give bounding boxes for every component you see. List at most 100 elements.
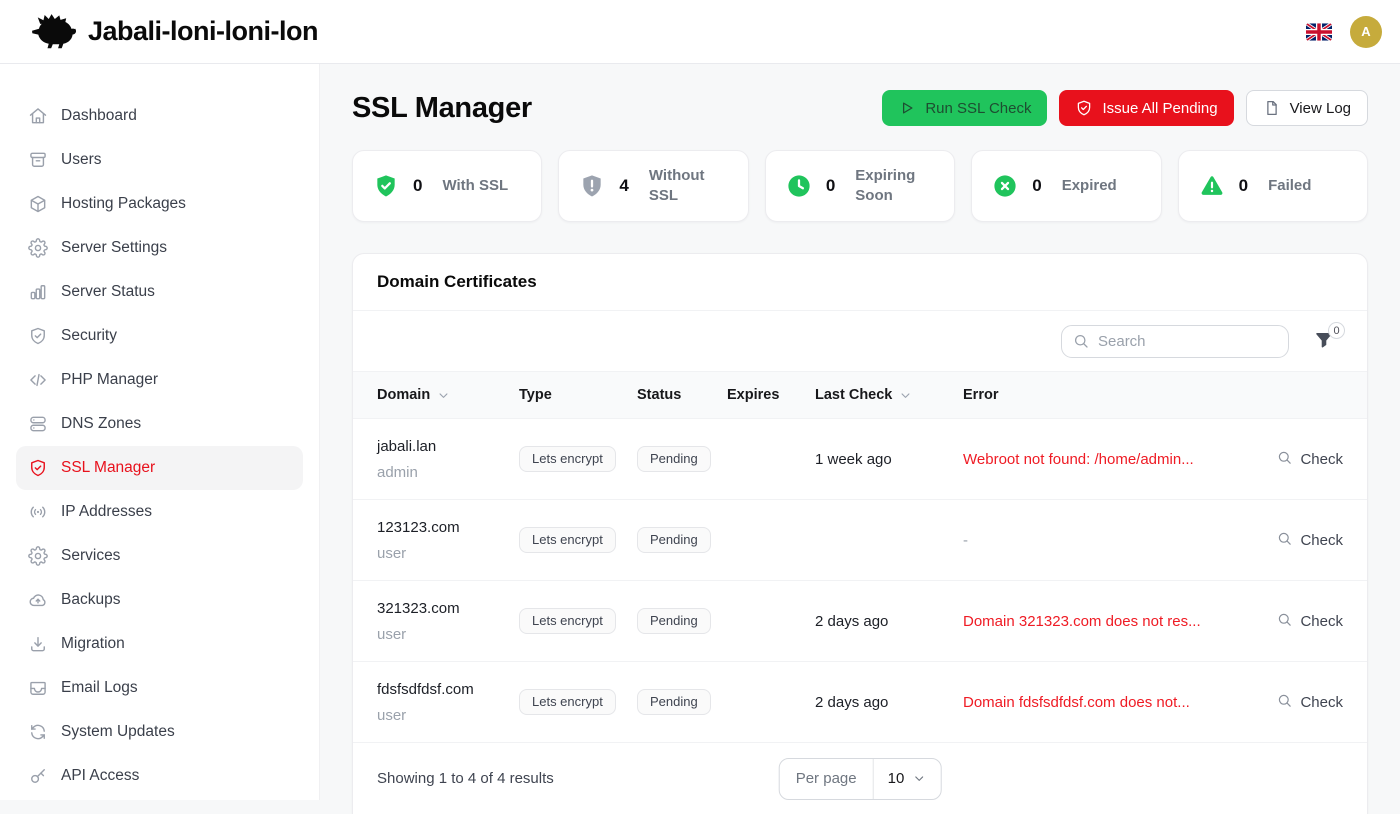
sidebar-item-ssl-manager[interactable]: SSL Manager: [16, 446, 303, 490]
domain-owner: user: [377, 545, 519, 562]
x-circle-badge-icon: [992, 173, 1018, 199]
issue-all-pending-button[interactable]: Issue All Pending: [1059, 90, 1233, 126]
error-cell: Webroot not found: /home/admin...: [963, 451, 1247, 468]
language-flag-icon[interactable]: [1306, 23, 1332, 41]
last-check-cell: 1 week ago: [815, 451, 963, 468]
shield-check-icon: [1075, 99, 1093, 117]
magnifier-icon: [1276, 692, 1293, 713]
column-header-domain[interactable]: Domain: [377, 387, 519, 403]
sidebar-item-security[interactable]: Security: [16, 314, 303, 358]
table-body: jabali.lan admin Lets encrypt Pending 1 …: [353, 418, 1367, 742]
server-stack-icon: [28, 414, 48, 434]
check-button[interactable]: Check: [1276, 530, 1343, 551]
column-header-last-check[interactable]: Last Check: [815, 387, 963, 403]
domain-name: 321323.com: [377, 600, 519, 617]
per-page-select[interactable]: Per page 10: [779, 758, 942, 800]
search-input[interactable]: [1061, 325, 1289, 358]
error-cell: -: [963, 532, 1247, 549]
check-button[interactable]: Check: [1276, 611, 1343, 632]
sidebar-item-ip-addresses[interactable]: IP Addresses: [16, 490, 303, 534]
stat-label: With SSL: [442, 176, 508, 196]
shield-check-badge-icon: [373, 173, 399, 199]
table-row: 321323.com user Lets encrypt Pending 2 d…: [353, 580, 1367, 661]
chevron-down-icon: [898, 388, 913, 403]
header-right: A: [1306, 16, 1382, 48]
gear-icon: [28, 546, 48, 566]
panel-title: Domain Certificates: [377, 272, 1343, 292]
search-box: [1061, 325, 1289, 358]
sidebar-item-email-logs[interactable]: Email Logs: [16, 666, 303, 710]
brand-name: Jabali-loni-loni-lon: [88, 16, 318, 47]
sidebar-item-api-access[interactable]: API Access: [16, 754, 303, 798]
sidebar-item-php-manager[interactable]: PHP Manager: [16, 358, 303, 402]
stat-label: Expired: [1062, 176, 1117, 196]
filter-count-badge: 0: [1328, 322, 1345, 339]
sidebar-item-services[interactable]: Services: [16, 534, 303, 578]
shield-check-icon: [28, 458, 48, 478]
sidebar: Dashboard Users Hosting Packages Server …: [0, 64, 320, 800]
filter-button[interactable]: 0: [1313, 330, 1335, 352]
play-icon: [898, 99, 916, 117]
users-archive-icon: [28, 150, 48, 170]
bar-chart-icon: [28, 282, 48, 302]
table-header-row: DomainTypeStatusExpiresLast CheckError: [353, 372, 1367, 418]
sidebar-item-server-status[interactable]: Server Status: [16, 270, 303, 314]
error-cell: Domain fdsfsdfdsf.com does not...: [963, 694, 1247, 711]
sidebar-item-dashboard[interactable]: Dashboard: [16, 94, 303, 138]
last-check-cell: 2 days ago: [815, 613, 963, 630]
warning-triangle-badge-icon: [1199, 173, 1225, 199]
status-badge: Pending: [637, 689, 711, 715]
stat-card-expired: 0 Expired: [971, 150, 1161, 222]
shield-check-icon: [28, 326, 48, 346]
table-toolbar: 0: [353, 311, 1367, 372]
domain-certificates-panel: Domain Certificates 0 DomainTypeStatusEx…: [352, 253, 1368, 814]
sidebar-item-system-updates[interactable]: System Updates: [16, 710, 303, 754]
sidebar-item-backups[interactable]: Backups: [16, 578, 303, 622]
chevron-down-icon: [911, 771, 926, 786]
domain-owner: user: [377, 707, 519, 724]
table-footer: Showing 1 to 4 of 4 results Per page 10: [353, 742, 1367, 814]
stat-label: Failed: [1268, 176, 1311, 196]
results-summary: Showing 1 to 4 of 4 results: [377, 770, 554, 787]
page-actions: Run SSL Check Issue All Pending View Log: [882, 90, 1368, 126]
stat-value: 4: [619, 176, 628, 196]
error-cell: Domain 321323.com does not res...: [963, 613, 1247, 630]
sidebar-item-hosting-packages[interactable]: Hosting Packages: [16, 182, 303, 226]
domain-owner: user: [377, 626, 519, 643]
domain-owner: admin: [377, 464, 519, 481]
user-avatar[interactable]: A: [1350, 16, 1382, 48]
sidebar-item-dns-zones[interactable]: DNS Zones: [16, 402, 303, 446]
stat-value: 0: [1032, 176, 1041, 196]
download-icon: [28, 634, 48, 654]
table-row: 123123.com user Lets encrypt Pending - C…: [353, 499, 1367, 580]
shield-exclamation-badge-icon: [579, 173, 605, 199]
sidebar-item-migration[interactable]: Migration: [16, 622, 303, 666]
search-icon: [1072, 332, 1090, 350]
column-header-expires: Expires: [727, 387, 815, 403]
column-header-error: Error: [963, 387, 1247, 403]
boar-logo-icon: [28, 12, 80, 52]
gear-icon: [28, 238, 48, 258]
column-header-status: Status: [637, 387, 727, 403]
app-header: Jabali-loni-loni-lon A: [0, 0, 1400, 64]
type-badge: Lets encrypt: [519, 608, 616, 634]
sidebar-item-users[interactable]: Users: [16, 138, 303, 182]
refresh-icon: [28, 722, 48, 742]
run-ssl-check-button[interactable]: Run SSL Check: [882, 90, 1047, 126]
per-page-value: 10: [888, 770, 905, 787]
table-row: fdsfsdfdsf.com user Lets encrypt Pending…: [353, 661, 1367, 742]
page-title: SSL Manager: [352, 92, 532, 125]
last-check-cell: 2 days ago: [815, 694, 963, 711]
domain-name: jabali.lan: [377, 438, 519, 455]
view-log-button[interactable]: View Log: [1246, 90, 1368, 126]
code-icon: [28, 370, 48, 390]
stat-value: 0: [413, 176, 422, 196]
check-button[interactable]: Check: [1276, 692, 1343, 713]
stat-card-expiring-soon: 0 Expiring Soon: [765, 150, 955, 222]
domain-name: 123123.com: [377, 519, 519, 536]
check-button[interactable]: Check: [1276, 449, 1343, 470]
status-badge: Pending: [637, 446, 711, 472]
sidebar-item-server-settings[interactable]: Server Settings: [16, 226, 303, 270]
type-badge: Lets encrypt: [519, 689, 616, 715]
stat-label: Without SSL: [649, 166, 725, 206]
